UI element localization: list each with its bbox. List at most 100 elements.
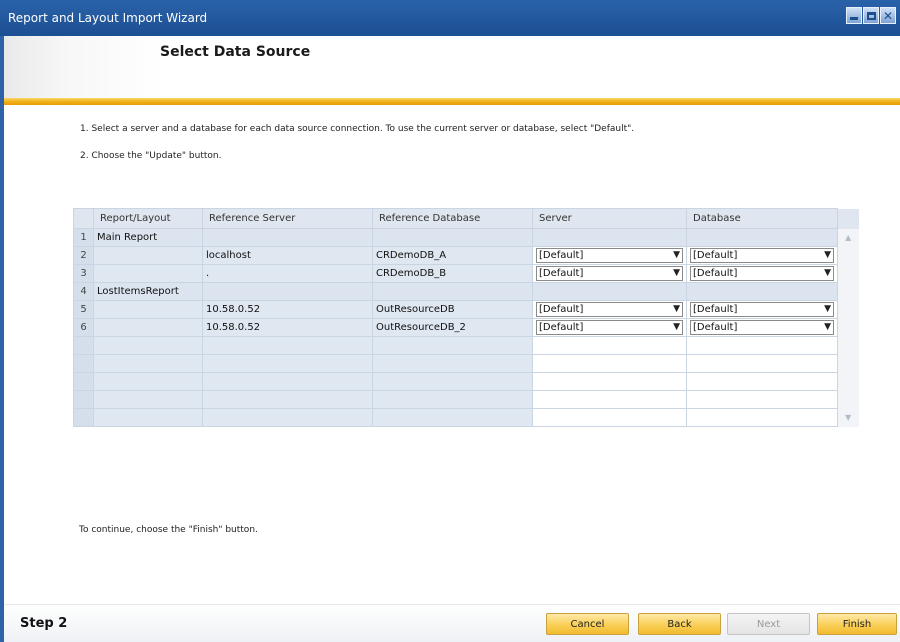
database-cell[interactable] — [686, 336, 838, 355]
reference-server-cell — [202, 372, 373, 391]
server-cell — [532, 282, 687, 301]
server-cell[interactable] — [532, 336, 687, 355]
row-number: 6 — [73, 318, 94, 337]
database-cell[interactable] — [686, 408, 838, 427]
continue-instruction: To continue, choose the "Finish" button. — [79, 525, 258, 535]
server-cell[interactable] — [532, 372, 687, 391]
column-header-reference-server[interactable]: Reference Server — [202, 208, 373, 229]
row-number — [73, 408, 94, 427]
reference-server-cell — [202, 354, 373, 373]
reference-database-cell: CRDemoDB_A — [372, 246, 533, 265]
dropdown-arrow-icon[interactable]: ▼ — [673, 304, 680, 314]
back-button[interactable]: Back — [638, 613, 721, 635]
row-number — [73, 390, 94, 409]
finish-button[interactable]: Finish — [817, 613, 897, 635]
reference-server-cell — [202, 282, 373, 301]
server-cell[interactable] — [532, 390, 687, 409]
reference-server-cell: . — [202, 264, 373, 283]
table-row: 1 Main Report ▲ — [73, 228, 859, 247]
column-header-database[interactable]: Database — [686, 208, 838, 229]
layout-cell — [93, 336, 203, 355]
database-cell[interactable] — [686, 354, 838, 373]
database-cell[interactable] — [686, 372, 838, 391]
database-value: [Default] — [693, 322, 738, 333]
title-bar: Report and Layout Import Wizard ✕ — [0, 0, 900, 36]
column-header-reference-database[interactable]: Reference Database — [372, 208, 533, 229]
server-cell: [Default] ▼ — [532, 264, 687, 283]
scrollbar-track[interactable] — [837, 282, 859, 301]
dropdown-arrow-icon[interactable]: ▼ — [824, 322, 831, 332]
dropdown-arrow-icon[interactable]: ▼ — [673, 322, 680, 332]
header-divider — [4, 98, 900, 105]
row-number: 4 — [73, 282, 94, 301]
cancel-button[interactable]: Cancel — [546, 613, 629, 635]
database-value: [Default] — [693, 304, 738, 315]
database-cell[interactable] — [686, 390, 838, 409]
page-title: Select Data Source — [160, 44, 311, 60]
dropdown-arrow-icon[interactable]: ▼ — [673, 250, 680, 260]
reference-server-cell: 10.58.0.52 — [202, 300, 373, 319]
scrollbar-track[interactable] — [837, 372, 859, 391]
table-row: 5 10.58.0.52 OutResourceDB [Default] ▼ [… — [73, 300, 859, 319]
layout-cell — [93, 246, 203, 265]
database-dropdown[interactable]: [Default] ▼ — [690, 302, 834, 317]
server-value: [Default] — [539, 322, 584, 333]
database-value: [Default] — [693, 268, 738, 279]
close-icon[interactable]: ✕ — [880, 7, 896, 24]
database-dropdown[interactable]: [Default] ▼ — [690, 266, 834, 281]
server-value: [Default] — [539, 268, 584, 279]
server-cell: [Default] ▼ — [532, 246, 687, 265]
reference-server-cell: 10.58.0.52 — [202, 318, 373, 337]
server-dropdown[interactable]: [Default] ▼ — [536, 248, 683, 263]
database-value: [Default] — [693, 250, 738, 261]
server-cell[interactable] — [532, 354, 687, 373]
dropdown-arrow-icon[interactable]: ▼ — [824, 304, 831, 314]
server-cell[interactable] — [532, 408, 687, 427]
server-cell — [532, 228, 687, 247]
empty-row — [73, 336, 859, 355]
reference-database-cell — [372, 408, 533, 427]
database-dropdown[interactable]: [Default] ▼ — [690, 248, 834, 263]
row-number — [73, 336, 94, 355]
database-cell — [686, 282, 838, 301]
server-dropdown[interactable]: [Default] ▼ — [536, 266, 683, 281]
scrollbar-track[interactable] — [837, 300, 859, 319]
server-value: [Default] — [539, 250, 584, 261]
reference-database-cell — [372, 390, 533, 409]
server-dropdown[interactable]: [Default] ▼ — [536, 302, 683, 317]
server-value: [Default] — [539, 304, 584, 315]
database-cell: [Default] ▼ — [686, 246, 838, 265]
database-cell: [Default] ▼ — [686, 318, 838, 337]
row-number-header — [73, 208, 94, 229]
data-source-grid: Report/Layout Reference Server Reference… — [73, 208, 859, 427]
scrollbar-track[interactable] — [837, 390, 859, 409]
database-dropdown[interactable]: [Default] ▼ — [690, 320, 834, 335]
row-number: 5 — [73, 300, 94, 319]
reference-database-cell — [372, 282, 533, 301]
scrollbar-track[interactable] — [837, 354, 859, 373]
dropdown-arrow-icon[interactable]: ▼ — [824, 250, 831, 260]
next-button[interactable]: Next — [727, 613, 810, 635]
column-header-report-layout[interactable]: Report/Layout — [93, 208, 203, 229]
maximize-icon[interactable] — [863, 7, 879, 24]
server-dropdown[interactable]: [Default] ▼ — [536, 320, 683, 335]
dropdown-arrow-icon[interactable]: ▼ — [824, 268, 831, 278]
row-number: 3 — [73, 264, 94, 283]
layout-cell — [93, 354, 203, 373]
scrollbar-track[interactable] — [837, 246, 859, 265]
minimize-icon[interactable] — [846, 7, 862, 24]
scrollbar-track[interactable] — [837, 336, 859, 355]
instruction-1: 1. Select a server and a database for ea… — [80, 124, 635, 134]
scrollbar-header-spacer — [837, 208, 859, 229]
scrollbar-track[interactable] — [837, 318, 859, 337]
empty-row: ▼ — [73, 408, 859, 427]
dropdown-arrow-icon[interactable]: ▼ — [673, 268, 680, 278]
scrollbar-track[interactable] — [837, 264, 859, 283]
table-row: 6 10.58.0.52 OutResourceDB_2 [Default] ▼… — [73, 318, 859, 337]
reference-server-cell — [202, 228, 373, 247]
server-cell: [Default] ▼ — [532, 318, 687, 337]
window-title: Report and Layout Import Wizard — [8, 11, 208, 25]
column-header-server[interactable]: Server — [532, 208, 687, 229]
scroll-up-icon[interactable]: ▲ — [837, 228, 859, 247]
scroll-down-icon[interactable]: ▼ — [837, 408, 859, 427]
